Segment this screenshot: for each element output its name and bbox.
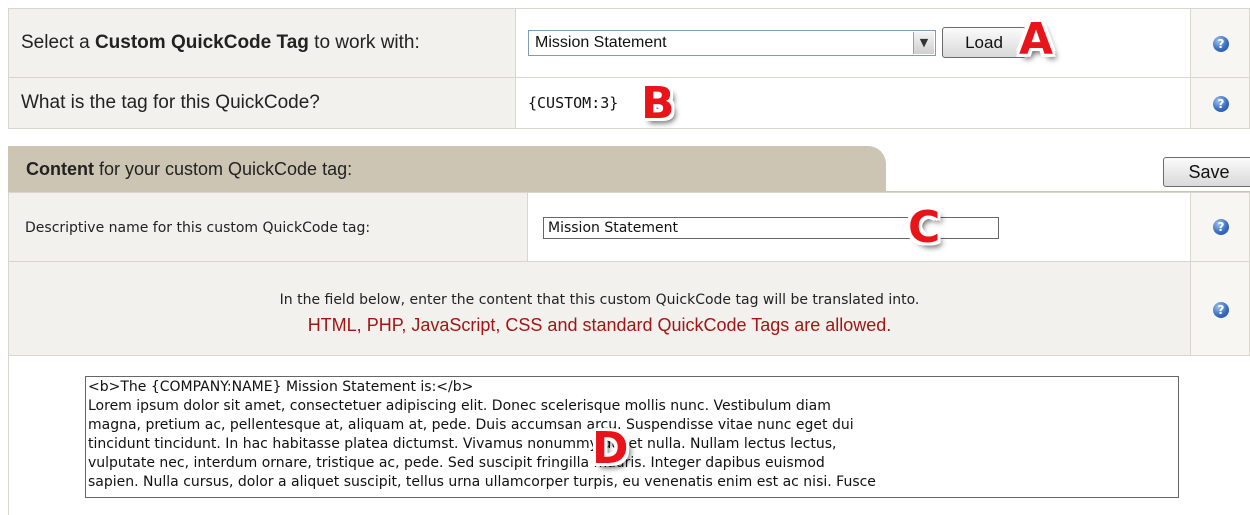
select-tag-label: Select a Custom QuickCode Tag to work wi…: [21, 32, 420, 53]
name-input-cell: C: [527, 192, 1191, 262]
badge-a: A: [1019, 14, 1054, 65]
select-tag-label-cell: Select a Custom QuickCode Tag to work wi…: [8, 8, 516, 78]
content-textarea[interactable]: <b>The {COMPANY:NAME} Mission Statement …: [85, 376, 1179, 498]
editor-line: vulputate nec, interdum ornare, tristiqu…: [88, 455, 825, 471]
chevron-down-icon[interactable]: ▼: [913, 32, 934, 54]
load-button[interactable]: Load: [942, 27, 1026, 58]
tag-value-cell: {CUSTOM:3} B: [515, 77, 1191, 129]
badge-c: C: [908, 202, 941, 253]
help-icon[interactable]: ?: [1213, 219, 1229, 235]
tag-select-value: Mission Statement: [535, 34, 667, 51]
save-button[interactable]: Save: [1163, 157, 1250, 187]
instructions-line-1: In the field below, enter the content th…: [279, 292, 920, 308]
editor-line: Lorem ipsum dolor sit amet, consectetuer…: [88, 398, 831, 414]
editor-line: <b>The {COMPANY:NAME} Mission Statement …: [88, 379, 474, 395]
tag-select[interactable]: Mission Statement ▼: [528, 30, 936, 56]
help-icon[interactable]: ?: [1213, 96, 1229, 112]
badge-d: D: [592, 423, 629, 474]
tag-label: What is the tag for this QuickCode?: [21, 92, 320, 113]
content-tab-title: Content for your custom QuickCode tag:: [26, 159, 353, 179]
content-tab: Content for your custom QuickCode tag:: [8, 146, 886, 192]
tag-label-cell: What is the tag for this QuickCode?: [8, 77, 516, 129]
help-cell-4: ?: [1190, 261, 1250, 356]
help-icon[interactable]: ?: [1213, 36, 1229, 52]
help-cell-1: ?: [1190, 8, 1250, 78]
help-cell-3: ?: [1190, 192, 1250, 262]
editor-area: <b>The {COMPANY:NAME} Mission Statement …: [8, 355, 1250, 515]
name-label-cell: Descriptive name for this custom QuickCo…: [8, 192, 528, 262]
help-icon[interactable]: ?: [1213, 302, 1229, 318]
instructions-cell: In the field below, enter the content th…: [8, 261, 1191, 356]
tag-value: {CUSTOM:3}: [528, 94, 619, 112]
badge-b: B: [641, 78, 675, 129]
editor-line: magna, pretium ac, pellentesque at, aliq…: [88, 417, 854, 433]
editor-line: tincidunt tincidunt. In hac habitasse pl…: [88, 436, 837, 452]
help-cell-2: ?: [1190, 77, 1250, 129]
instructions-line-2: HTML, PHP, JavaScript, CSS and standard …: [307, 315, 892, 335]
editor-line: sapien. Nulla cursus, dolor a aliquet su…: [88, 474, 876, 490]
name-label: Descriptive name for this custom QuickCo…: [25, 220, 371, 236]
select-tag-control-cell: Mission Statement ▼ Load A: [515, 8, 1191, 78]
